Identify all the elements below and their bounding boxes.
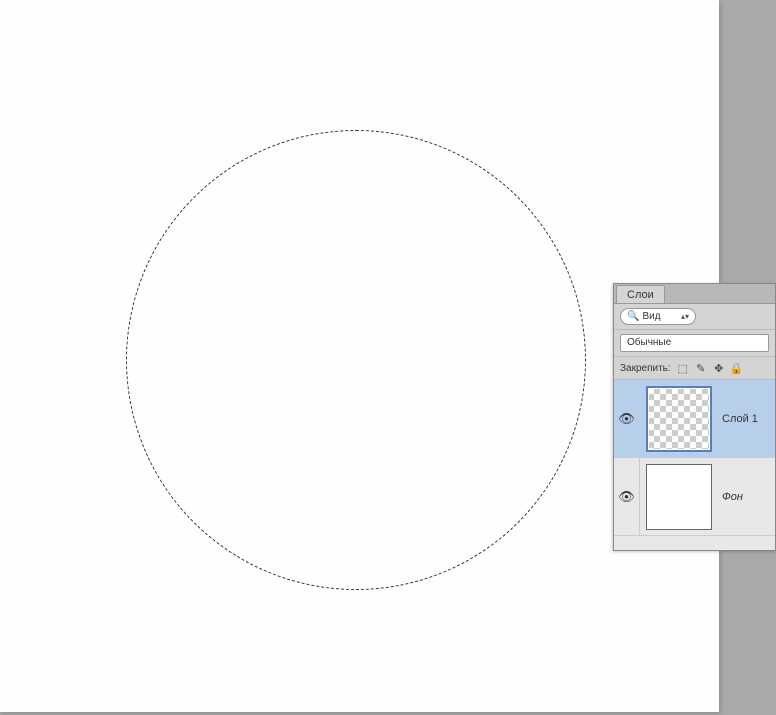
eye-icon: 👁 bbox=[618, 411, 635, 427]
visibility-toggle[interactable]: 👁 bbox=[614, 458, 640, 536]
eye-icon: 👁 bbox=[618, 489, 635, 505]
canvas[interactable] bbox=[0, 0, 719, 712]
filter-row: 🔍 Вид ▴▾ bbox=[614, 304, 775, 330]
blend-mode-dropdown[interactable]: Обычные bbox=[620, 334, 769, 352]
lock-pixels-icon[interactable]: ✎ bbox=[694, 361, 708, 375]
panel-tabs: Слои bbox=[614, 284, 775, 304]
layers-panel: Слои 🔍 Вид ▴▾ Обычные Закрепить: ⬚ ✎ ✥ 🔒… bbox=[613, 283, 776, 551]
lock-position-icon[interactable]: ✥ bbox=[712, 361, 726, 375]
layer-filter-dropdown[interactable]: 🔍 Вид ▴▾ bbox=[620, 308, 696, 325]
layer-thumbnail[interactable] bbox=[646, 386, 712, 452]
tab-layers[interactable]: Слои bbox=[616, 285, 665, 303]
marquee-selection bbox=[126, 130, 586, 590]
visibility-toggle[interactable]: 👁 bbox=[614, 380, 640, 458]
blend-row: Обычные bbox=[614, 330, 775, 357]
lock-transparency-icon[interactable]: ⬚ bbox=[676, 361, 690, 375]
layer-item[interactable]: 👁 Фон bbox=[614, 458, 775, 536]
lock-row: Закрепить: ⬚ ✎ ✥ 🔒 bbox=[614, 357, 775, 380]
search-icon: 🔍 bbox=[627, 311, 639, 322]
lock-icons: ⬚ ✎ ✥ 🔒 bbox=[676, 361, 744, 375]
lock-label: Закрепить: bbox=[620, 363, 671, 374]
layers-list: 👁 Слой 1 👁 Фон bbox=[614, 380, 775, 550]
layer-name-label[interactable]: Фон bbox=[718, 491, 775, 503]
filter-label: Вид bbox=[642, 311, 678, 322]
updown-icon: ▴▾ bbox=[681, 314, 689, 320]
layer-item[interactable]: 👁 Слой 1 bbox=[614, 380, 775, 458]
layer-name-label[interactable]: Слой 1 bbox=[718, 413, 775, 425]
lock-all-icon[interactable]: 🔒 bbox=[730, 361, 744, 375]
layer-thumbnail[interactable] bbox=[646, 464, 712, 530]
